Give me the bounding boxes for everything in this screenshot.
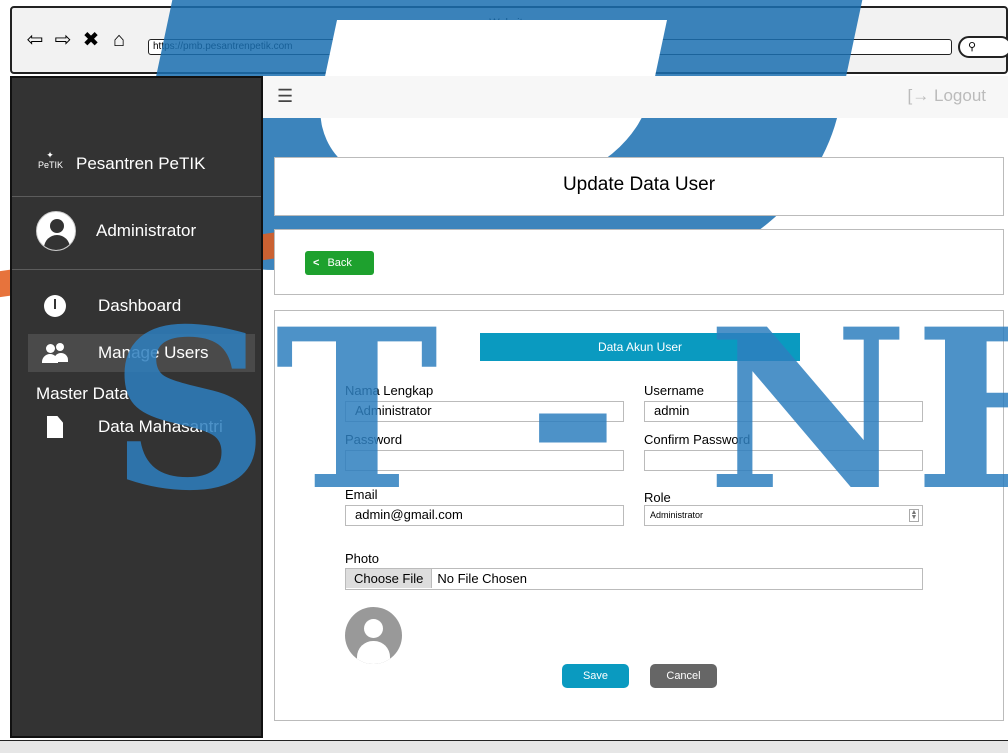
users-icon: [42, 343, 68, 363]
file-status: No File Chosen: [437, 571, 527, 586]
back-button[interactable]: < Back: [305, 251, 374, 275]
arrow-right-icon[interactable]: ⇨: [52, 28, 74, 52]
browser-title: Website: [489, 17, 529, 29]
back-label: Back: [327, 257, 352, 269]
close-icon[interactable]: ✖: [80, 28, 102, 52]
home-icon[interactable]: ⌂: [108, 28, 130, 52]
user-panel: Administrator: [36, 211, 196, 251]
title-card: Update Data User: [274, 157, 1004, 216]
topbar: ☰ [→ Logout: [263, 76, 1008, 118]
photo-preview-avatar: [345, 607, 402, 664]
page-title: Update Data User: [562, 174, 716, 195]
brand-name: Pesantren PeTIK: [76, 154, 206, 173]
search-icon[interactable]: ⚲: [958, 36, 1008, 58]
browser-status-bar: [0, 740, 1008, 753]
file-icon: [47, 416, 63, 438]
logout-button[interactable]: [→ Logout: [908, 86, 986, 106]
brand: ✦ PeTIK Pesantren PeTIK: [38, 150, 205, 178]
browser-nav: ⇦ ⇨ ✖ ⌂: [24, 28, 130, 52]
app-root: Website ⇦ ⇨ ✖ ⌂ https://pmb.pesantrenpet…: [0, 0, 1008, 753]
user-name: Administrator: [96, 221, 197, 240]
browser-window-chrome: Website ⇦ ⇨ ✖ ⌂ https://pmb.pesantrenpet…: [10, 6, 1008, 74]
logo-text: PeTIK: [38, 160, 64, 170]
url-bar[interactable]: https://pmb.pesantrenpetik.com: [148, 39, 952, 55]
arrow-left-icon[interactable]: ⇦: [24, 28, 46, 52]
save-button[interactable]: Save: [562, 664, 629, 688]
sidebar-divider: [12, 196, 261, 197]
watermark-text: ST - NF: [110, 280, 1008, 539]
photo-label: Photo: [345, 551, 379, 566]
logout-icon: [→: [907, 86, 930, 105]
dashboard-icon: [44, 295, 66, 317]
chevron-left-icon: <: [313, 257, 320, 269]
petik-logo: ✦ PeTIK: [38, 150, 64, 170]
choose-file-button[interactable]: Choose File: [346, 569, 433, 588]
sidebar-divider: [12, 269, 261, 270]
avatar: [36, 211, 76, 251]
photo-file-input[interactable]: Choose File No File Chosen: [345, 568, 923, 590]
logout-label: Logout: [934, 86, 986, 105]
cancel-button[interactable]: Cancel: [650, 664, 717, 688]
hamburger-icon[interactable]: ☰: [277, 86, 293, 107]
